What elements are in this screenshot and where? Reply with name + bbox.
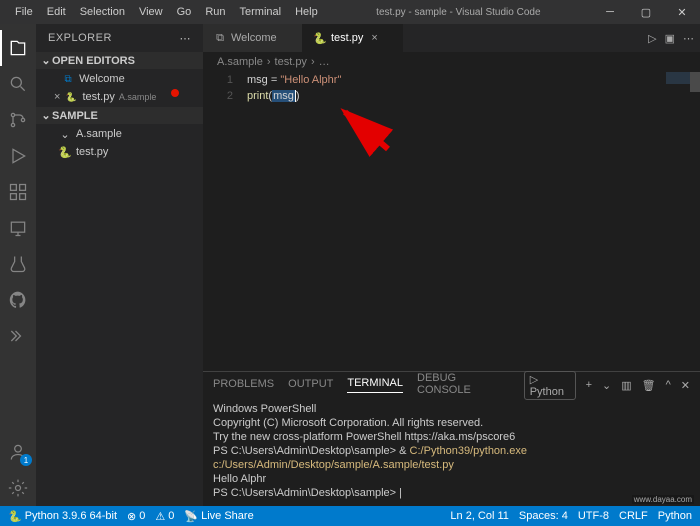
- py-icon: 🐍: [58, 145, 72, 159]
- sidebar-more-icon[interactable]: ⋯: [180, 32, 192, 45]
- open-editors-label: OPEN EDITORS: [52, 55, 135, 67]
- panel-tab-problems[interactable]: PROBLEMS: [213, 378, 274, 393]
- breadcrumb[interactable]: A.sample› test.py› …: [203, 52, 700, 72]
- account-icon[interactable]: 1: [0, 434, 36, 470]
- annotation-arrow: [333, 104, 403, 157]
- menu-selection[interactable]: Selection: [73, 2, 132, 22]
- run-debug-icon[interactable]: [0, 138, 36, 174]
- status-item[interactable]: ⊗0: [127, 510, 145, 523]
- file-tree-item[interactable]: ⌄A.sample: [36, 125, 203, 143]
- open-editor-item[interactable]: ⧉Welcome: [36, 70, 203, 88]
- close-editor-icon[interactable]: [54, 73, 57, 85]
- breakpoint-icon[interactable]: [171, 89, 179, 97]
- editor-tab[interactable]: ⧉Welcome: [203, 24, 303, 52]
- menu-edit[interactable]: Edit: [40, 2, 73, 22]
- vs-file-icon: ⧉: [61, 72, 75, 86]
- terminal-output[interactable]: Windows PowerShellCopyright (C) Microsof…: [203, 398, 700, 506]
- editor-area: ⧉Welcome🐍test.py× ▷ ▣ ⋯ A.sample› test.p…: [203, 24, 700, 506]
- menu-help[interactable]: Help: [288, 2, 325, 22]
- status-bar: 🐍Python 3.9.6 64-bit ⊗0 ⚠0 📡Live Share Ln 2…: [0, 506, 700, 526]
- explorer-icon[interactable]: [0, 30, 36, 66]
- status-item[interactable]: Python: [658, 510, 692, 522]
- remote-icon[interactable]: [0, 210, 36, 246]
- maximize-panel-icon[interactable]: ^: [666, 379, 671, 391]
- watermark: www.dayaa.com: [632, 495, 694, 504]
- editor-tabs: ⧉Welcome🐍test.py× ▷ ▣ ⋯: [203, 24, 700, 52]
- new-terminal-icon[interactable]: +: [586, 379, 592, 391]
- menu-go[interactable]: Go: [170, 2, 199, 22]
- account-badge: 1: [20, 454, 32, 466]
- terminal-shell-selector[interactable]: ▷ Python: [524, 371, 576, 400]
- minimap[interactable]: [666, 72, 690, 84]
- close-panel-icon[interactable]: ✕: [681, 379, 690, 392]
- editor-tab[interactable]: 🐍test.py×: [303, 24, 403, 52]
- github-icon[interactable]: [0, 282, 36, 318]
- minimize-button[interactable]: ─: [592, 0, 628, 24]
- testing-icon[interactable]: [0, 246, 36, 282]
- status-item[interactable]: CRLF: [619, 510, 648, 522]
- window-controls: ─ ▢ ✕: [592, 0, 700, 24]
- split-editor-icon[interactable]: ▣: [665, 32, 675, 45]
- open-editors-section[interactable]: ⌄OPEN EDITORS: [36, 52, 203, 69]
- menu-run[interactable]: Run: [198, 2, 232, 22]
- sidebar-title: EXPLORER: [48, 32, 112, 44]
- line-gutter: 12: [203, 72, 247, 371]
- code-editor[interactable]: 12 msg = "Hello Alphr"print(msg): [203, 72, 700, 371]
- menu-file[interactable]: File: [8, 2, 40, 22]
- references-icon[interactable]: [0, 318, 36, 354]
- vs-file-icon: ⧉: [213, 31, 227, 45]
- close-tab-icon[interactable]: ×: [371, 32, 377, 44]
- run-file-icon[interactable]: ▷: [648, 32, 656, 45]
- close-button[interactable]: ✕: [664, 0, 700, 24]
- status-item[interactable]: Ln 2, Col 11: [450, 510, 509, 522]
- py-file-icon: 🐍: [313, 31, 327, 45]
- extensions-icon[interactable]: [0, 174, 36, 210]
- editor-more-icon[interactable]: ⋯: [683, 32, 694, 45]
- scrollbar[interactable]: [690, 72, 700, 92]
- menu-terminal[interactable]: Terminal: [233, 2, 289, 22]
- maximize-button[interactable]: ▢: [628, 0, 664, 24]
- split-terminal-icon[interactable]: ▥: [621, 379, 631, 392]
- panel-tab-debug-console[interactable]: DEBUG CONSOLE: [417, 372, 510, 399]
- project-label: SAMPLE: [52, 110, 98, 122]
- menu-view[interactable]: View: [132, 2, 170, 22]
- code-line[interactable]: msg = "Hello Alphr": [247, 72, 700, 88]
- status-item[interactable]: 🐍Python 3.9.6 64-bit: [8, 510, 117, 523]
- close-editor-icon[interactable]: ×: [54, 91, 60, 103]
- search-icon[interactable]: [0, 66, 36, 102]
- panel-tab-output[interactable]: OUTPUT: [288, 378, 333, 393]
- panel-tab-terminal[interactable]: TERMINAL: [347, 377, 403, 393]
- kill-terminal-icon[interactable]: 🗑: [642, 379, 656, 392]
- terminal-dropdown-icon[interactable]: ⌄: [602, 379, 611, 392]
- activity-bar: 1: [0, 24, 36, 506]
- code-line[interactable]: print(msg): [247, 88, 700, 104]
- source-control-icon[interactable]: [0, 102, 36, 138]
- status-item[interactable]: ⚠0: [155, 510, 174, 523]
- menu-bar: FileEditSelectionViewGoRunTerminalHelp: [0, 2, 325, 22]
- py-file-icon: 🐍: [64, 90, 78, 104]
- file-tree-item[interactable]: 🐍test.py: [36, 143, 203, 161]
- project-section[interactable]: ⌄SAMPLE: [36, 107, 203, 124]
- settings-icon[interactable]: [0, 470, 36, 506]
- sidebar: EXPLORER ⋯ ⌄OPEN EDITORS ⧉Welcome×🐍test.…: [36, 24, 203, 506]
- panel: PROBLEMS OUTPUT TERMINAL DEBUG CONSOLE ▷ Py…: [203, 371, 700, 506]
- status-item[interactable]: UTF-8: [578, 510, 609, 522]
- chev-icon: ⌄: [58, 127, 72, 141]
- status-item[interactable]: Spaces: 4: [519, 510, 568, 522]
- status-item[interactable]: 📡Live Share: [184, 510, 253, 523]
- window-title: test.py - sample - Visual Studio Code: [325, 7, 592, 18]
